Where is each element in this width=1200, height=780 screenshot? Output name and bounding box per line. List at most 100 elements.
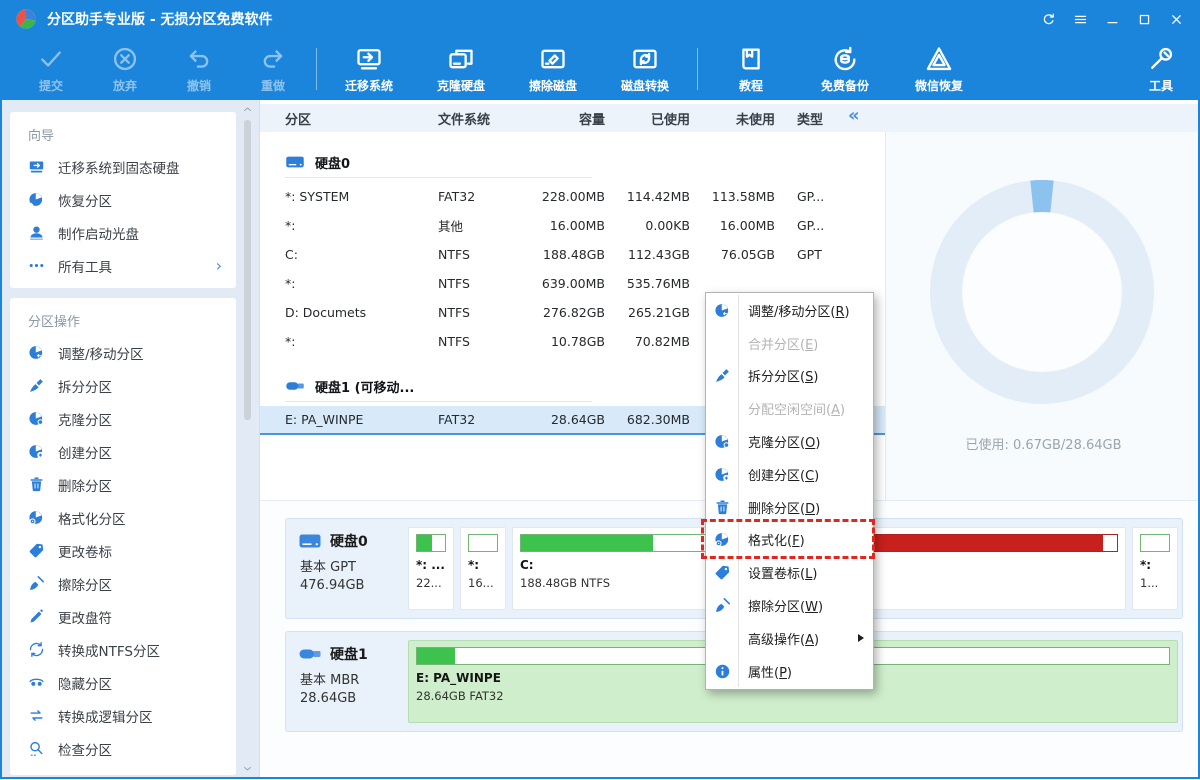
table-cell: GP... [775,189,860,204]
tag-icon [714,564,731,581]
format-option-highlight [701,519,875,559]
table-cell: 265.21GB [605,305,690,320]
scroll-up-icon[interactable] [241,102,254,116]
menu-item-调整/移动分区(R)[interactable]: 调整/移动分区(R) [706,294,873,327]
table-cell: NTFS [438,334,528,349]
sidebar-item-检查分区[interactable]: 检查分区 [10,732,236,765]
sidebar-item-转换成NTFS分区[interactable]: 转换成NTFS分区 [10,633,236,666]
backup-icon [831,45,859,73]
toolbar-button-backup[interactable]: 免费备份 [798,40,892,98]
toolbar-button-check: 提交 [14,40,88,98]
tag-icon [28,542,45,559]
sidebar-item-克隆分区[interactable]: 克隆分区 [10,402,236,435]
column-header-4[interactable]: 未使用 [690,109,775,128]
usage-chart-panel: 已使用: 0.67GB/28.64GB [885,132,1200,500]
hdd-icon [285,152,305,172]
check-icon [37,45,65,73]
column-header-2[interactable]: 容量 [528,109,605,128]
migrate-ssd-icon [28,158,45,175]
menu-item-克隆分区(O)[interactable]: 克隆分区(O) [706,425,873,458]
sidebar-item-转换成逻辑分区[interactable]: 转换成逻辑分区 [10,699,236,732]
partition-row[interactable]: *:其他16.00MB0.00KB16.00MBGP... [260,211,885,240]
sidebar-item-更改盘符[interactable]: 更改盘符 [10,600,236,633]
disk-group-header: 硬盘0 [285,147,885,177]
partition-row[interactable]: C:NTFS188.48GB112.43GB76.05GBGPT [260,240,885,269]
maximize-button[interactable] [1130,7,1158,31]
sidebar-item-删除分区[interactable]: 删除分区 [10,468,236,501]
toolbar-button-wechat-recovery[interactable]: 微信恢复 [892,40,986,98]
partition-block[interactable]: *: ...22... [408,527,454,610]
table-cell: NTFS [438,276,528,291]
partition-size: 1... [1140,576,1170,590]
collapse-chart-button[interactable]: « [848,105,860,126]
table-cell: *: [285,276,438,291]
menu-button[interactable] [1066,7,1094,31]
partition-row[interactable]: *: SYSTEMFAT32228.00MB114.42MB113.58MBGP… [260,182,885,211]
toolbar-button-label: 迁移系统 [345,77,393,94]
pie-format-icon [28,509,45,526]
disk-size: 476.94GB [298,578,400,593]
pie-resize-icon [714,302,731,319]
toolbar-button-clone-disk[interactable]: 克隆硬盘 [415,40,507,98]
toolbar-button-label: 提交 [39,77,63,94]
column-header-3[interactable]: 已使用 [605,109,690,128]
minimize-button[interactable] [1098,7,1126,31]
sidebar-item-更改卷标[interactable]: 更改卷标 [10,534,236,567]
close-icon [1169,12,1184,27]
column-header-1[interactable]: 文件系统 [438,109,528,128]
sidebar-item-制作启动光盘[interactable]: 制作启动光盘 [10,216,236,249]
sidebar-item-恢复分区[interactable]: 恢复分区 [10,183,236,216]
menu-item-拆分分区(S)[interactable]: 拆分分区(S) [706,360,873,393]
menu-item-label: 设置卷标(L) [748,563,817,582]
sidebar-item-label: 格式化分区 [58,508,126,528]
toolbar-button-tutorial[interactable]: 教程 [704,40,798,98]
scrollbar-thumb[interactable] [244,120,251,420]
sidebar-item-格式化分区[interactable]: 格式化分区 [10,501,236,534]
info-icon [714,663,731,680]
sidebar-item-拆分分区[interactable]: 拆分分区 [10,369,236,402]
sidebar-item-label: 转换成NTFS分区 [58,640,160,660]
toolbar-button-label: 重做 [261,77,285,94]
usage-bar [468,534,498,552]
menu-item-高级操作(A)[interactable]: 高级操作(A) [706,622,873,655]
toolbar-button-label: 免费备份 [821,77,869,94]
toolbar-button-migrate-system[interactable]: 迁移系统 [323,40,415,98]
minimize-icon [1105,12,1120,27]
table-cell: E: PA_WINPE [285,412,438,427]
partition-block[interactable]: *:1... [1132,527,1178,610]
usage-label: 已使用: 0.67GB/28.64GB [886,434,1200,453]
sync-button[interactable] [1034,7,1062,31]
table-cell: D: Documets [285,305,438,320]
pencil-icon [28,608,45,625]
menu-item-擦除分区(W)[interactable]: 擦除分区(W) [706,589,873,622]
sidebar-item-创建分区[interactable]: 创建分区 [10,435,236,468]
table-cell: 112.43GB [605,247,690,262]
sidebar-item-更改分区类型[interactable]: ID更改分区类型 [10,765,236,775]
scroll-down-icon[interactable] [241,761,254,775]
scroll-down-icon [243,764,252,773]
sidebar-scrollbar[interactable] [241,102,254,775]
sidebar-item-所有工具[interactable]: 所有工具› [10,249,236,282]
convert-logical-icon [28,707,45,724]
table-cell: 113.58MB [690,189,775,204]
sidebar-item-擦除分区[interactable]: 擦除分区 [10,567,236,600]
column-header-0[interactable]: 分区 [285,109,438,128]
sidebar-item-迁移系统到固态硬盘[interactable]: 迁移系统到固态硬盘 [10,150,236,183]
toolbar-button-wipe-disk[interactable]: 擦除磁盘 [507,40,599,98]
menu-item-创建分区(C)[interactable]: 创建分区(C) [706,458,873,491]
toolbar-button-tools[interactable]: 工具 [1126,40,1196,98]
sidebar-item-隐藏分区[interactable]: 隐藏分区 [10,666,236,699]
partition-block[interactable]: *:16... [460,527,506,610]
view-toggle-icon[interactable] [1160,109,1178,127]
partition-size: 28.64GB FAT32 [416,689,1170,703]
close-button[interactable] [1162,7,1190,31]
toolbar-button-convert-disk[interactable]: 磁盘转换 [599,40,691,98]
partition-size: 22... [416,576,446,590]
menu-item-label: 创建分区(C) [748,465,819,484]
wechat-recovery-icon [925,45,953,73]
table-cell: GP... [775,218,860,233]
menu-item-设置卷标(L)[interactable]: 设置卷标(L) [706,556,873,589]
sidebar-item-调整/移动分区[interactable]: 调整/移动分区 [10,336,236,369]
table-cell: 114.42MB [605,189,690,204]
menu-item-属性(P)[interactable]: 属性(P) [706,655,873,688]
